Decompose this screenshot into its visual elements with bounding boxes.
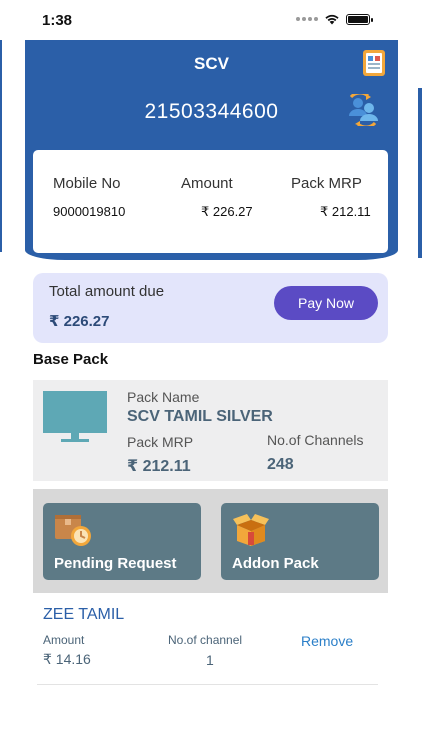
mrp-value: ₹ 212.11	[320, 204, 371, 219]
base-pack-title: Base Pack	[33, 351, 109, 368]
header-bar: SCV	[25, 40, 398, 88]
pay-now-button[interactable]: Pay Now	[274, 286, 378, 320]
status-time: 1:38	[42, 12, 73, 29]
status-bar: 1:38	[0, 0, 422, 40]
pack-name-value: SCV TAMIL SILVER	[127, 408, 273, 425]
pack-mrp-label: Pack MRP	[127, 434, 194, 450]
channels-label: No.of Channels	[267, 432, 364, 448]
addon-amount-label: Amount	[43, 633, 85, 647]
addon-name: ZEE TAMIL	[43, 606, 125, 623]
addon-divider	[37, 684, 378, 685]
addon-amount-value: ₹ 14.16	[43, 651, 91, 667]
header-title: SCV	[194, 54, 229, 73]
switch-account-icon[interactable]	[346, 94, 380, 126]
amount-value: ₹ 226.27	[201, 204, 253, 219]
amount-label: Amount	[181, 175, 233, 192]
mobile-label: Mobile No	[53, 175, 121, 192]
account-number: 21503344600	[144, 100, 279, 123]
remove-addon-button[interactable]: Remove	[301, 633, 353, 649]
addon-pack-tile[interactable]: Addon Pack	[221, 503, 379, 580]
wifi-icon	[325, 14, 339, 25]
tv-icon	[43, 391, 107, 442]
account-info-card: Mobile No 9000019810 Amount ₹ 226.27 Pac…	[33, 150, 388, 253]
amount-column: Amount ₹ 226.27	[181, 175, 253, 220]
report-icon[interactable]	[360, 48, 388, 78]
addon-pack-label: Addon Pack	[232, 555, 319, 572]
pending-request-label: Pending Request	[54, 555, 177, 572]
pack-mrp-value: ₹ 212.11	[127, 458, 191, 475]
addon-channels-value: 1	[206, 652, 214, 668]
action-tiles: Pending Request Addon Pack	[33, 489, 388, 593]
adjacent-page-edge-left	[0, 40, 2, 252]
pack-name-label: Pack Name	[127, 389, 200, 405]
mobile-value: 9000019810	[53, 204, 126, 219]
mrp-column: Pack MRP ₹ 212.11	[291, 175, 371, 220]
status-icons	[296, 13, 373, 25]
battery-icon	[346, 13, 373, 25]
total-due-label: Total amount due	[49, 283, 165, 300]
base-pack-card: Pack Name SCV TAMIL SILVER Pack MRP ₹ 21…	[33, 380, 388, 481]
addon-channels-label: No.of channel	[168, 633, 243, 647]
adjacent-page-edge-right	[418, 88, 422, 258]
total-due-amount: ₹ 226.27	[49, 313, 110, 330]
pending-request-icon	[55, 515, 91, 546]
channels-value: 248	[267, 456, 294, 473]
total-due-card: Total amount due ₹ 226.27 Pay Now	[33, 273, 388, 343]
pending-request-tile[interactable]: Pending Request	[43, 503, 201, 580]
mobile-column: Mobile No 9000019810	[53, 175, 125, 219]
addon-pack-icon	[233, 514, 269, 546]
signal-icon	[296, 17, 318, 21]
mrp-label: Pack MRP	[291, 175, 362, 192]
